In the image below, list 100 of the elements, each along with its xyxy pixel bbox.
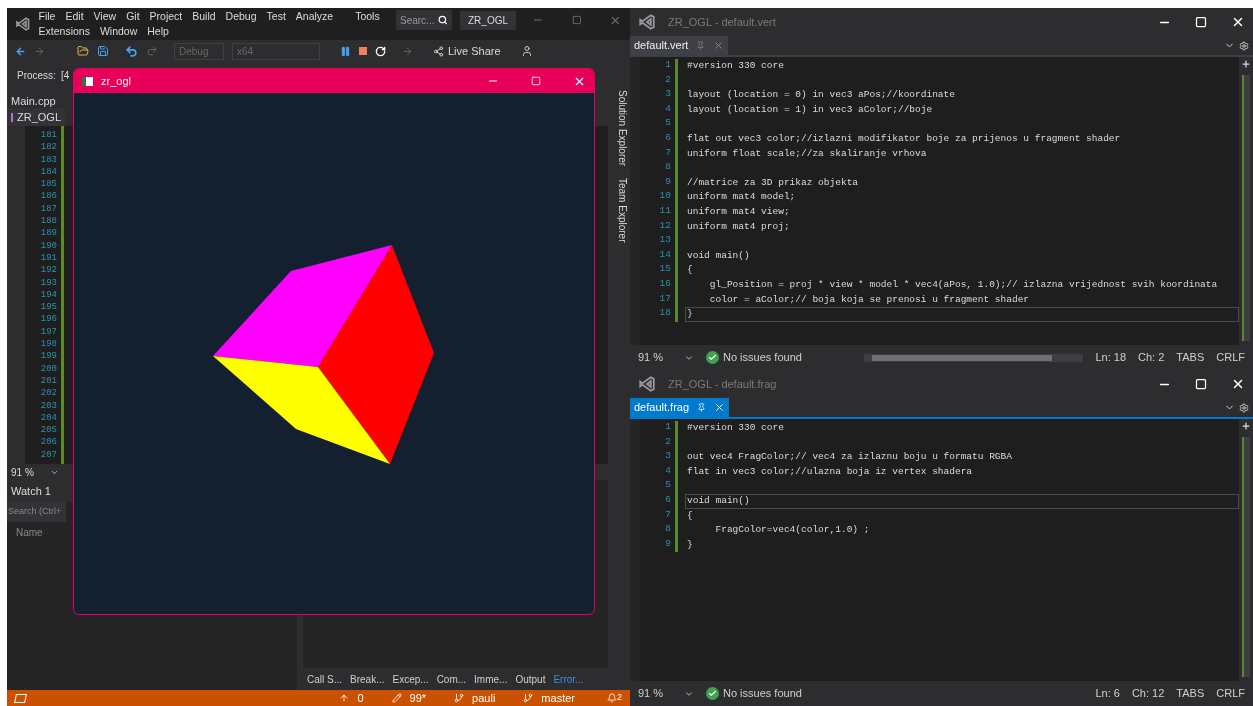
menu-item[interactable]: Analyze (295, 9, 334, 24)
save-icon[interactable] (97, 45, 109, 57)
issues-status[interactable]: No issues found (723, 685, 802, 702)
code-line: layout (location = 1) in vec3 aColor;//boje (686, 102, 934, 117)
close-icon[interactable] (1231, 377, 1245, 391)
document-tab[interactable]: default.frag (630, 398, 730, 417)
code-line: } (686, 537, 694, 552)
notification-count[interactable]: 2 (617, 691, 622, 705)
user-name[interactable]: pauli (472, 689, 496, 706)
line-number: 187 (39, 202, 58, 216)
search-icon[interactable] (438, 15, 448, 25)
branch-icon[interactable] (523, 693, 534, 703)
line-ending[interactable]: CRLF (1216, 349, 1245, 366)
issues-check-icon (706, 687, 719, 700)
code-line: #version 330 core (686, 421, 785, 435)
redo-icon[interactable] (146, 45, 158, 57)
code-line: #version 330 core (686, 59, 785, 73)
code-line: uniform mat4 model; (686, 190, 797, 205)
line-number: 13 (658, 234, 672, 248)
menu-item[interactable]: Help (147, 24, 169, 39)
line-number: 183 (39, 153, 58, 166)
split-icon[interactable] (1241, 421, 1251, 431)
watch-search-field[interactable]: Search (Ctrl+ (7, 502, 66, 522)
line-number: 9 (664, 537, 672, 551)
back-icon[interactable] (15, 45, 26, 57)
panel-tab[interactable]: Imme... (474, 671, 508, 687)
line-number: 11 (658, 204, 672, 218)
menu-item[interactable]: Debug (225, 9, 257, 24)
line-number: 9 (664, 175, 672, 189)
changes-count[interactable]: 99* (409, 689, 427, 706)
side-tab[interactable]: Solution Explorer (608, 90, 630, 167)
code-line: void main() (686, 248, 751, 263)
menu-item[interactable]: Build (192, 9, 216, 24)
line-number: 6 (664, 131, 672, 145)
menu-item[interactable]: Extensions (38, 24, 90, 39)
menu-item[interactable]: Tools (355, 9, 380, 24)
panel-tab[interactable]: Com... (436, 671, 467, 687)
push-count[interactable]: 0 (357, 689, 364, 706)
panel-tab[interactable]: Call S... (307, 671, 342, 687)
window-title: ZR_OGL - default.vert (668, 14, 777, 30)
menu-item[interactable]: Git (126, 9, 140, 24)
line-number: 181 (39, 129, 58, 142)
line-number: 202 (39, 387, 58, 400)
logo-icon (638, 13, 656, 31)
restart-icon[interactable] (375, 45, 386, 57)
zoom-level[interactable]: 91 % (638, 685, 672, 702)
line-number: 16 (658, 277, 672, 291)
menu-item[interactable]: Project (149, 9, 183, 24)
pencil-icon[interactable] (391, 693, 402, 703)
line-number: 190 (39, 239, 58, 252)
undo-icon[interactable] (125, 44, 138, 58)
menu-item[interactable]: Window (99, 24, 138, 39)
line-number: 192 (39, 264, 58, 277)
pause-icon[interactable] (340, 45, 351, 57)
document-tab[interactable]: Main.cpp (7, 88, 60, 108)
line-number: 14 (658, 248, 672, 262)
code-line: flat out vec3 color;//izlazni modifikator boje za prijenos u fragment shader (686, 131, 1122, 146)
panel-tab[interactable]: Break... (350, 671, 385, 687)
notification-icon[interactable] (607, 693, 617, 703)
line-number: 198 (39, 338, 58, 351)
horizontal-scrollbar[interactable] (863, 353, 1084, 362)
code-line: color = aColor;// boja koja se prenosi u fragment shader (708, 292, 1031, 307)
vertical-scrollbar[interactable] (1239, 57, 1253, 345)
menu-item[interactable]: Test (266, 9, 286, 24)
line-number: 4 (664, 464, 672, 478)
process-dropdown[interactable]: [4 (60, 67, 70, 83)
pin-icon[interactable] (697, 403, 707, 412)
side-tab[interactable]: Team Explorer (608, 178, 630, 243)
line-number: 2 (664, 73, 672, 87)
line-number: 17 (658, 292, 672, 306)
settings-icon[interactable] (1239, 41, 1249, 51)
issues-status[interactable]: No issues found (723, 349, 802, 366)
split-icon[interactable] (1241, 59, 1251, 69)
zoom-level[interactable]: 91 % (11, 464, 34, 480)
column-header[interactable]: Name (7, 522, 52, 542)
push-icon[interactable] (339, 693, 350, 703)
indent-mode[interactable]: TABS (1176, 685, 1205, 702)
menu-item[interactable]: View (93, 9, 117, 24)
search-field[interactable]: Searc... (396, 10, 452, 30)
panel-tab[interactable]: Excep... (392, 671, 429, 687)
project-dropdown[interactable]: ZR_OGL (7, 108, 65, 126)
line-ending[interactable]: CRLF (1216, 685, 1245, 702)
vertical-scrollbar[interactable] (1239, 419, 1253, 681)
settings-icon[interactable] (1239, 403, 1249, 413)
line-number: 1 (664, 59, 672, 72)
line-number: 18 (658, 307, 672, 321)
line-number: 4 (664, 102, 672, 116)
line-number: 8 (664, 161, 672, 175)
panel-tab[interactable]: Error... (553, 671, 584, 687)
line-number: 207 (39, 448, 58, 461)
line-number: 188 (39, 215, 58, 228)
close-icon[interactable] (1231, 15, 1245, 29)
indent-mode[interactable]: TABS (1176, 349, 1205, 366)
live-share-button[interactable]: Live Share (433, 42, 501, 60)
panel-tab[interactable]: Output (515, 671, 546, 687)
menu-item[interactable]: File (38, 9, 56, 24)
menu-item[interactable]: Edit (65, 9, 84, 24)
open-folder-icon[interactable] (77, 45, 89, 57)
zoom-level[interactable]: 91 % (638, 349, 672, 366)
branch-name[interactable]: master (541, 689, 575, 706)
